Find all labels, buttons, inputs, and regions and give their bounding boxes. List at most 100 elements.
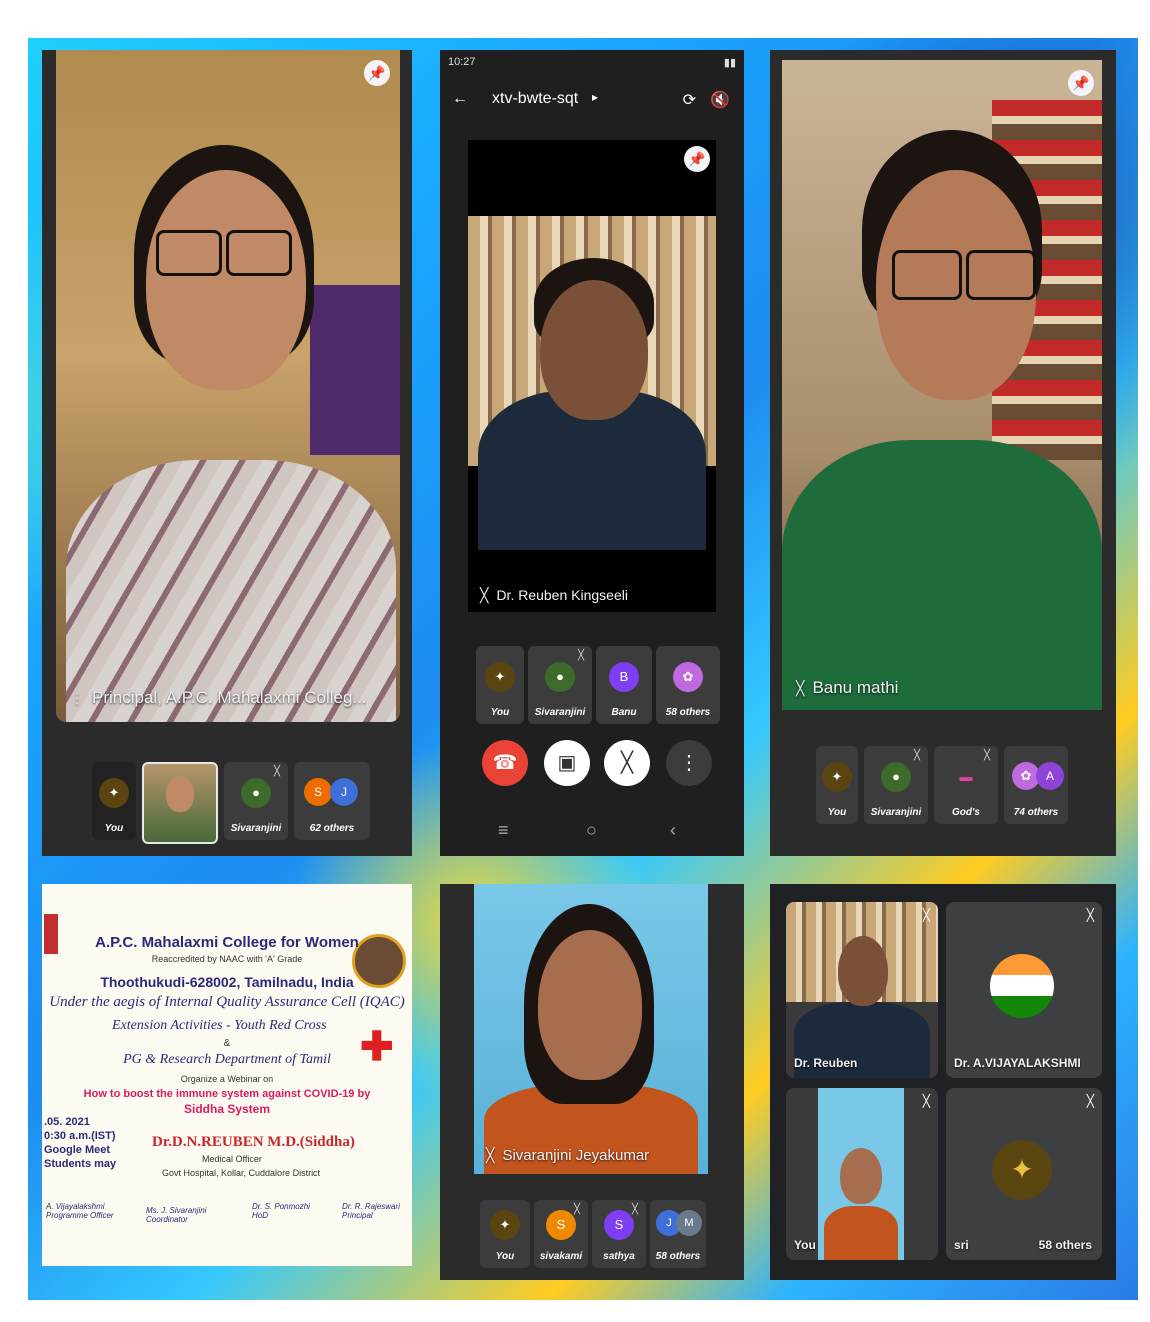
tile-you[interactable]: ✦ You <box>816 746 858 824</box>
meet-panel-principal: 📌 ⋮ Principal, A.P.C. Mahalaxmi Colleg...… <box>42 50 412 856</box>
tile-banu[interactable]: B Banu <box>596 646 652 724</box>
more-options-button[interactable]: ⋮ <box>666 740 712 786</box>
screenshot-frame: 📌 ⋮ Principal, A.P.C. Mahalaxmi Colleg...… <box>0 0 1150 1322</box>
tile-label: sivakami <box>539 1251 583 1262</box>
person-body <box>824 1206 898 1260</box>
speaker-off-icon[interactable]: 🔇 <box>710 90 730 110</box>
mic-off-icon: ╳ <box>577 650 584 661</box>
tile-you[interactable]: ✦ You <box>480 1200 530 1268</box>
mic-off-icon: ╳ <box>922 1094 930 1108</box>
person-body <box>782 440 1102 710</box>
poster-hospital: Govt Hospital, Kollar, Cuddalore Distric… <box>162 1168 321 1178</box>
convenor-4: Dr. R. Rajeswari Principal <box>342 1202 412 1220</box>
participant-caption: ╳ Banu mathi <box>796 678 898 698</box>
bird-avatar-icon: ✦ <box>992 1140 1052 1200</box>
participant-caption: ⋮ Principal, A.P.C. Mahalaxmi Colleg... <box>70 688 367 708</box>
camera-off-button[interactable]: ▣ <box>544 740 590 786</box>
pin-icon[interactable]: 📌 <box>364 60 390 86</box>
video-sivaranjini: ╳ Sivaranjini Jeyakumar <box>474 884 708 1174</box>
avatar-b: B <box>609 662 639 692</box>
tile-others[interactable]: ✿ A 74 others <box>1004 746 1068 824</box>
tile-others[interactable]: ✿ 58 others <box>656 646 720 724</box>
thumbnail-face <box>166 776 194 812</box>
person-glasses-right <box>966 250 1036 300</box>
tile-sathya[interactable]: S ╳ sathya <box>592 1200 646 1268</box>
person-face <box>146 170 306 390</box>
convenor-role: HoD <box>252 1211 269 1220</box>
cell-caption: You <box>794 1238 816 1252</box>
caption-text: Banu mathi <box>812 678 899 697</box>
tile-label: Sivaranjini <box>230 823 282 834</box>
tile-you[interactable]: ✦ You <box>92 762 136 840</box>
convenor-role: Programme Officer <box>46 1211 114 1220</box>
mic-off-button[interactable]: ╳ <box>604 740 650 786</box>
mic-off-icon: ╳ <box>913 750 920 761</box>
avatar-a: A <box>1036 762 1064 790</box>
poster-organize: Organize a Webinar on <box>180 1074 274 1084</box>
meet-panel-phone: 10:27 ▮▮ ← xtv-bwte-sqt ▸ ⟳ 🔇 📌 ╳ Dr. Reu… <box>440 50 744 856</box>
person-glasses-right <box>226 230 292 276</box>
tile-sivakami[interactable]: S ╳ sivakami <box>534 1200 588 1268</box>
tile-label: You <box>495 1251 515 1262</box>
mic-off-icon: ╳ <box>573 1204 580 1215</box>
avatar-s: S <box>304 778 332 806</box>
convenor-name: Dr. R. Rajeswari <box>342 1202 400 1211</box>
back-icon[interactable]: ‹ <box>670 820 676 841</box>
tile-label: 58 others <box>655 1251 701 1262</box>
mic-off-icon: ╳ <box>480 587 489 603</box>
poster-amp: & <box>223 1038 231 1049</box>
meet-panel-grid: ╳ Dr. Reuben ╳ Dr. A.VIJAYALAKSHMI ╳ You… <box>770 884 1116 1280</box>
recents-icon[interactable]: ≡ <box>498 820 509 841</box>
person-body <box>66 460 396 722</box>
meet-panel-banu: 📌 ╳ Banu mathi ✦ You ● ╳ Sivaranjini ▬ ╳ God's… <box>770 50 1116 856</box>
convenor-1: A. Vijayalakshmi Programme Officer <box>46 1202 126 1220</box>
person-face <box>540 280 648 420</box>
tile-others[interactable]: J M 58 others <box>650 1200 706 1268</box>
poster-speaker: Dr.D.N.REUBEN M.D.(Siddha) <box>152 1134 355 1150</box>
tile-label: Sivaranjini <box>870 807 922 818</box>
grid-cell-vijayalakshmi[interactable]: ╳ Dr. A.VIJAYALAKSHMI <box>946 902 1102 1078</box>
mic-off-icon: ╳ <box>273 766 280 777</box>
tile-sivaranjini[interactable]: ● ╳ Sivaranjini <box>864 746 928 824</box>
person-face <box>838 936 888 1006</box>
meeting-code[interactable]: xtv-bwte-sqt <box>492 90 578 108</box>
poster-college: A.P.C. Mahalaxmi College for Women <box>95 934 359 951</box>
poster-dept: PG & Research Department of Tamil <box>123 1052 331 1067</box>
participant-caption: ╳ Sivaranjini Jeyakumar <box>486 1147 649 1164</box>
tile-you[interactable]: ✦ You <box>476 646 524 724</box>
back-arrow-icon[interactable]: ← <box>452 90 468 108</box>
end-call-button[interactable]: ☎ <box>482 740 528 786</box>
poster-office: Medical Officer <box>202 1154 262 1164</box>
self-video <box>818 1088 904 1260</box>
tile-sivaranjini[interactable]: ● ╳ Sivaranjini <box>224 762 288 840</box>
tile-gods[interactable]: ▬ ╳ God's <box>934 746 998 824</box>
participant-strip: ✦ You ● ╳ Sivaranjini ▬ ╳ God's ✿ A 74 others <box>816 746 1068 824</box>
poster-system: Siddha System <box>183 1102 271 1116</box>
grid-cell-reuben[interactable]: ╳ Dr. Reuben <box>786 902 938 1078</box>
webinar-poster: A.P.C. Mahalaxmi College for Women Reacc… <box>42 884 412 1266</box>
tile-principal-video[interactable] <box>142 762 218 844</box>
others-count: 58 others <box>1038 1238 1092 1252</box>
poster-topic: How to boost the immune system against C… <box>83 1088 371 1100</box>
pink-bar-avatar-icon: ▬ <box>951 762 981 792</box>
avatar-s: S <box>546 1210 576 1240</box>
video-principal: 📌 ⋮ Principal, A.P.C. Mahalaxmi Colleg... <box>56 50 400 722</box>
home-icon[interactable]: ○ <box>586 820 597 841</box>
status-bar: 10:27 ▮▮ <box>448 56 736 74</box>
pin-icon[interactable]: 📌 <box>684 146 710 172</box>
tile-label: Sivaranjini <box>534 707 586 718</box>
bird-avatar-icon: ✦ <box>485 662 515 692</box>
pin-icon[interactable]: 📌 <box>1068 70 1094 96</box>
tile-others[interactable]: S J 62 others <box>294 762 370 840</box>
tile-label: 62 others <box>309 823 355 834</box>
switch-camera-icon[interactable]: ⟳ <box>683 90 696 110</box>
turtle-avatar-icon: ● <box>881 762 911 792</box>
caption-text: Dr. Reuben Kingseeli <box>496 587 628 603</box>
window-curtain <box>310 285 400 455</box>
grid-cell-you[interactable]: ╳ You <box>786 1088 938 1260</box>
avatar-j: J <box>330 778 358 806</box>
tile-label: sathya <box>603 1251 635 1262</box>
tile-sivaranjini[interactable]: ● ╳ Sivaranjini <box>528 646 592 724</box>
poster-accredit: Reaccredited by NAAC with 'A' Grade <box>151 954 303 964</box>
grid-cell-sri[interactable]: ✦ ╳ sri 58 others <box>946 1088 1102 1260</box>
